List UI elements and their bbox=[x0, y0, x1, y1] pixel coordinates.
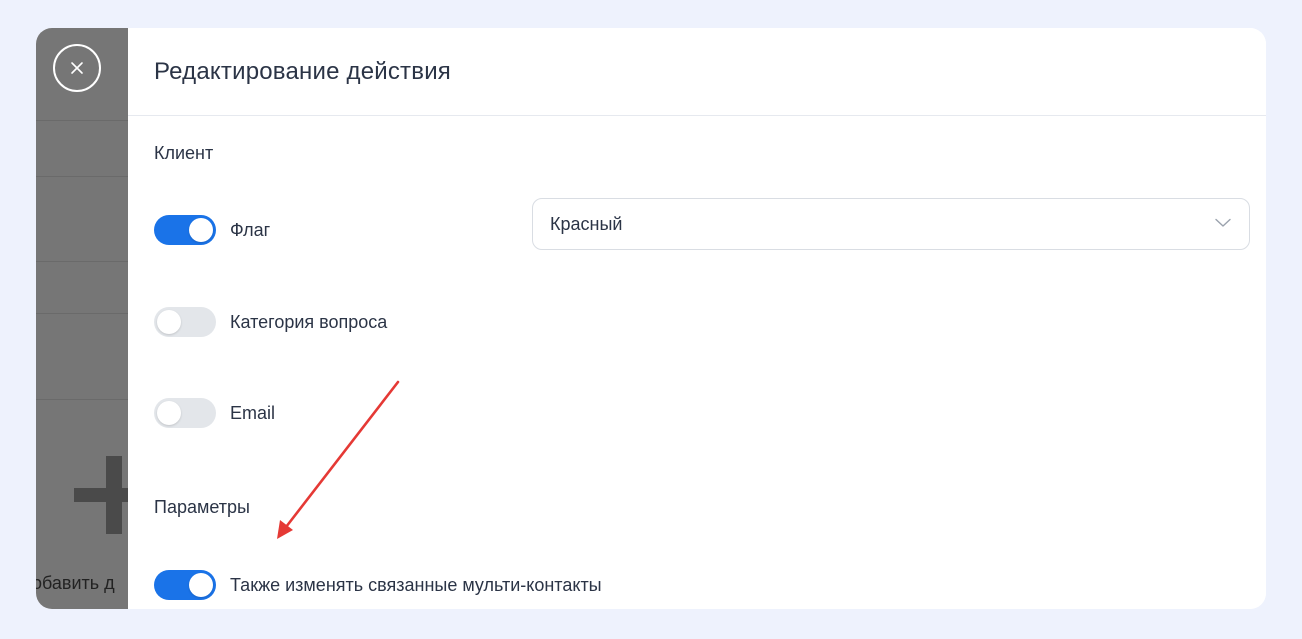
background-add-label: обавить д bbox=[36, 573, 115, 593]
flag-color-select[interactable]: Красный bbox=[532, 198, 1250, 250]
panel-title: Редактирование действия bbox=[154, 57, 451, 85]
toggle-row-question-category[interactable]: Категория вопроса bbox=[154, 307, 387, 337]
background-divider bbox=[36, 399, 128, 400]
flag-toggle[interactable] bbox=[154, 215, 216, 245]
email-toggle[interactable] bbox=[154, 398, 216, 428]
plus-icon bbox=[74, 456, 134, 536]
background-divider bbox=[36, 313, 128, 314]
background-divider bbox=[36, 120, 128, 121]
close-button[interactable] bbox=[53, 44, 101, 92]
modal-card: обавить д Редактирование действия Клиент… bbox=[36, 28, 1266, 609]
question-category-label: Категория вопроса bbox=[230, 311, 388, 332]
flag-color-value: Красный bbox=[550, 213, 623, 234]
toggle-row-linked-multicontacts[interactable]: Также изменять связанные мульти-контакты bbox=[154, 570, 602, 600]
linked-multicontacts-label: Также изменять связанные мульти-контакты bbox=[230, 574, 602, 595]
section-title-client: Клиент bbox=[154, 143, 214, 163]
background-overlay: обавить д bbox=[36, 28, 134, 609]
section-title-params: Параметры bbox=[154, 497, 250, 517]
chevron-down-icon bbox=[1215, 218, 1231, 227]
edit-action-panel: Редактирование действия Клиент Флаг Крас… bbox=[128, 28, 1266, 609]
linked-multicontacts-toggle[interactable] bbox=[154, 570, 216, 600]
question-category-toggle[interactable] bbox=[154, 307, 216, 337]
background-divider bbox=[36, 261, 128, 262]
background-divider bbox=[36, 176, 128, 177]
close-icon bbox=[71, 62, 83, 74]
toggle-row-email[interactable]: Email bbox=[154, 398, 275, 428]
email-label: Email bbox=[230, 402, 276, 423]
toggle-row-flag[interactable]: Флаг bbox=[154, 215, 270, 245]
flag-label: Флаг bbox=[230, 219, 271, 240]
panel-header: Редактирование действия bbox=[128, 28, 1266, 116]
